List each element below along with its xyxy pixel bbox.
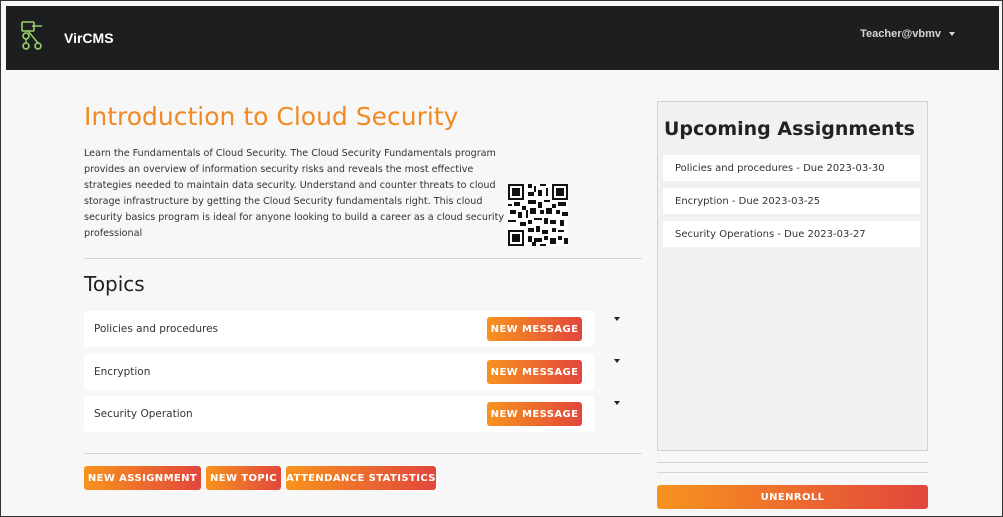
new-message-button[interactable]: NEW MESSAGE (487, 317, 582, 341)
app-window: VirCMS Teacher@vbmv Introduction to Clou… (0, 0, 1003, 517)
topics-heading: Topics (84, 272, 145, 296)
attendance-statistics-button[interactable]: ATTENDANCE STATISTICS (286, 466, 436, 490)
topic-row[interactable]: Encryption NEW MESSAGE (84, 354, 594, 390)
assignment-item[interactable]: Encryption - Due 2023-03-25 (663, 188, 920, 214)
course-description: Learn the Fundamentals of Cloud Security… (84, 148, 505, 239)
topic-row[interactable]: Security Operation NEW MESSAGE (84, 396, 594, 432)
chevron-down-icon[interactable] (614, 317, 620, 321)
upcoming-assignments-panel: Upcoming Assignments Policies and proced… (657, 101, 928, 451)
brand-name[interactable]: VirCMS (64, 30, 114, 46)
assignments-heading: Upcoming Assignments (664, 118, 915, 140)
unenroll-button[interactable]: UNENROLL (657, 485, 928, 509)
main-content: Introduction to Cloud Security Learn the… (6, 70, 999, 516)
top-navbar: VirCMS Teacher@vbmv (6, 6, 999, 70)
user-name: Teacher@vbmv (860, 28, 941, 40)
new-assignment-button[interactable]: NEW ASSIGNMENT (84, 466, 201, 490)
course-title: Introduction to Cloud Security (84, 102, 459, 131)
topic-row[interactable]: Policies and procedures NEW MESSAGE (84, 311, 594, 347)
chevron-down-icon[interactable] (614, 359, 620, 363)
assignment-item[interactable]: Security Operations - Due 2023-03-27 (663, 221, 920, 247)
qr-code-icon (508, 184, 568, 246)
section-divider (84, 453, 642, 454)
new-topic-button[interactable]: NEW TOPIC (206, 466, 281, 490)
new-message-button[interactable]: NEW MESSAGE (487, 402, 582, 426)
new-message-button[interactable]: NEW MESSAGE (487, 360, 582, 384)
panel-divider (657, 472, 928, 473)
panel-divider (657, 462, 928, 463)
chevron-down-icon (949, 32, 955, 36)
user-menu[interactable]: Teacher@vbmv (860, 28, 955, 40)
chevron-down-icon[interactable] (614, 401, 620, 405)
topic-label: Encryption (94, 366, 151, 378)
section-divider (84, 258, 642, 259)
topic-label: Policies and procedures (94, 323, 219, 335)
network-nodes-icon[interactable] (20, 20, 48, 52)
assignment-item[interactable]: Policies and procedures - Due 2023-03-30 (663, 155, 920, 181)
topic-label: Security Operation (94, 408, 193, 420)
